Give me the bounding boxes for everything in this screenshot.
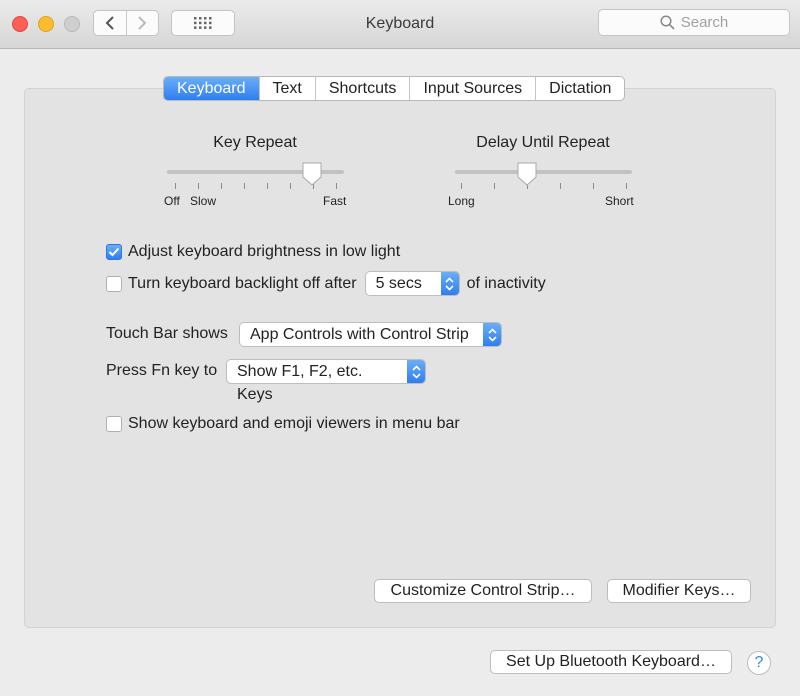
search-icon <box>660 15 675 30</box>
modifier-keys-button[interactable]: Modifier Keys… <box>607 579 751 603</box>
brightness-option[interactable]: Adjust keyboard brightness in low light <box>106 242 400 262</box>
tick <box>175 183 176 189</box>
close-button[interactable] <box>12 16 28 32</box>
settings-panel <box>24 88 776 628</box>
backlight-label: Turn keyboard backlight off after <box>128 274 357 292</box>
grid-icon <box>194 17 212 29</box>
tick <box>198 183 199 189</box>
backlight-suffix: of inactivity <box>466 274 546 292</box>
popup-arrows-icon <box>483 323 501 346</box>
checkmark-icon <box>108 247 120 257</box>
tick <box>560 183 561 189</box>
brightness-checkbox[interactable] <box>106 244 122 260</box>
search-field[interactable]: Search <box>598 9 790 36</box>
help-button[interactable]: ? <box>747 651 771 675</box>
tick <box>290 183 291 189</box>
tick <box>494 183 495 189</box>
key-repeat-knob[interactable] <box>301 162 323 186</box>
touch-bar-value: App Controls with Control Strip <box>250 326 469 343</box>
tick <box>593 183 594 189</box>
tick <box>221 183 222 189</box>
forward-button[interactable] <box>125 11 159 35</box>
delay-short-label: Short <box>605 194 634 208</box>
tab-bar: Keyboard Text Shortcuts Input Sources Di… <box>163 76 626 101</box>
key-repeat-off-label: Off <box>164 194 180 208</box>
delay-until-repeat-title: Delay Until Repeat <box>476 134 610 151</box>
title-bar: Keyboard Search <box>0 0 800 49</box>
tick <box>336 183 337 189</box>
tick <box>626 183 627 189</box>
chevron-left-icon <box>105 16 114 30</box>
emoji-viewer-checkbox[interactable] <box>106 416 122 432</box>
customize-control-strip-button[interactable]: Customize Control Strip… <box>374 579 592 603</box>
window-title: Keyboard <box>365 15 435 32</box>
brightness-label: Adjust keyboard brightness in low light <box>128 243 401 260</box>
delay-track <box>455 170 632 174</box>
back-button[interactable] <box>94 11 126 35</box>
key-repeat-title: Key Repeat <box>213 134 297 151</box>
navigation-buttons <box>93 10 159 36</box>
fn-key-popup[interactable]: Show F1, F2, etc. Keys <box>226 359 426 403</box>
backlight-checkbox[interactable] <box>106 275 122 292</box>
bluetooth-keyboard-button[interactable]: Set Up Bluetooth Keyboard… <box>490 650 732 674</box>
key-repeat-fast-label: Fast <box>323 194 347 208</box>
tick <box>244 183 245 189</box>
tick <box>461 183 462 189</box>
tab-keyboard[interactable]: Keyboard <box>164 77 259 100</box>
show-all-button[interactable] <box>171 10 235 36</box>
tick <box>267 183 268 189</box>
zoom-button[interactable] <box>64 16 80 32</box>
tab-dictation[interactable]: Dictation <box>535 77 624 100</box>
fn-key-value: Show F1, F2, etc. Keys <box>237 363 363 403</box>
key-repeat-slow-label: Slow <box>190 194 217 208</box>
tab-shortcuts[interactable]: Shortcuts <box>314 77 410 100</box>
touch-bar-popup[interactable]: App Controls with Control Strip <box>239 322 502 347</box>
touch-bar-label: Touch Bar shows <box>106 325 228 342</box>
tab-text[interactable]: Text <box>258 77 315 100</box>
tab-input-sources[interactable]: Input Sources <box>409 77 535 100</box>
emoji-viewer-option[interactable]: Show keyboard and emoji viewers in menu … <box>106 414 460 434</box>
popup-arrows-icon <box>440 272 459 295</box>
search-placeholder: Search <box>680 14 729 31</box>
delay-knob[interactable] <box>516 162 538 186</box>
emoji-viewer-label: Show keyboard and emoji viewers in menu … <box>128 415 460 432</box>
backlight-option: Turn keyboard backlight off after 5 secs… <box>106 271 546 296</box>
backlight-timeout-value: 5 secs <box>375 275 422 292</box>
delay-long-label: Long <box>448 194 475 208</box>
minimize-button[interactable] <box>38 16 54 32</box>
backlight-timeout-popup[interactable]: 5 secs <box>364 271 460 296</box>
chevron-right-icon <box>138 16 147 30</box>
fn-key-label: Press Fn key to <box>106 362 218 379</box>
popup-arrows-icon <box>407 360 425 383</box>
